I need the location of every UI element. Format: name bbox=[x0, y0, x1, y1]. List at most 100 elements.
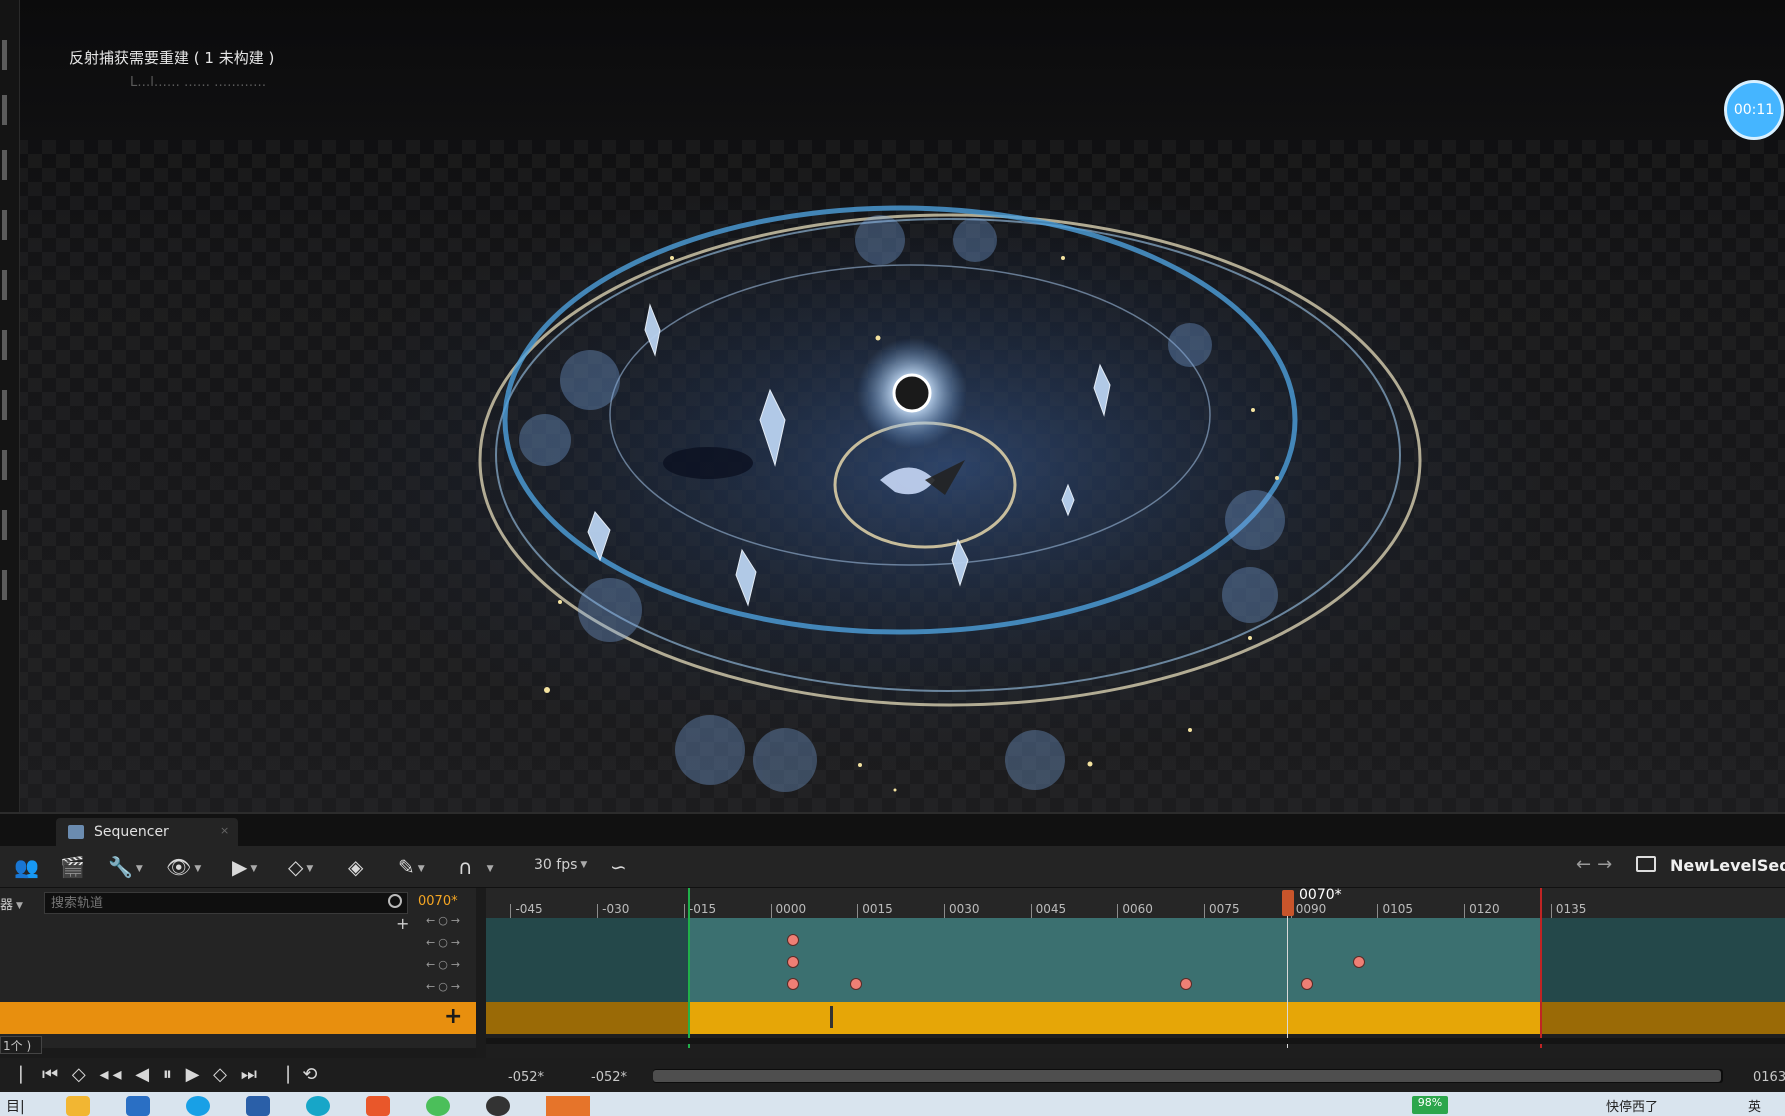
browser-icon[interactable] bbox=[186, 1096, 210, 1116]
section-handle[interactable] bbox=[830, 1006, 833, 1028]
filter-label: 器 bbox=[0, 898, 14, 913]
transport-bar: ⎸⏮ ◇ ◂◂ ◀ ⏸ ▶ ◇ ⏭ ⎹ ⟲ -052* -052* 0163 bbox=[0, 1058, 1785, 1094]
tool-handle[interactable] bbox=[2, 270, 7, 300]
keyframe[interactable] bbox=[1300, 978, 1313, 990]
search-tracks-input[interactable] bbox=[44, 892, 408, 914]
battery-indicator[interactable]: 98% bbox=[1412, 1096, 1448, 1114]
tool-handle[interactable] bbox=[2, 390, 7, 420]
fps-label: 30 fps bbox=[534, 857, 578, 873]
ime-indicator[interactable]: 英 bbox=[1748, 1096, 1761, 1115]
ruler-tick bbox=[1204, 904, 1206, 918]
reflection-capture-warning: 反射捕获需要重建 ( 1 未构建 ) bbox=[69, 49, 275, 67]
track-area-before-start bbox=[486, 918, 688, 1002]
track-panel: 器▼ 0070* + ←○→ ←○→ ←○→ ←○→ + 1个 ) bbox=[0, 888, 486, 1054]
tool-handle[interactable] bbox=[2, 510, 7, 540]
ruler-tick bbox=[597, 904, 599, 918]
mail-icon[interactable] bbox=[246, 1096, 270, 1116]
store-icon[interactable] bbox=[126, 1096, 150, 1116]
ruler-tick-label: 0075 bbox=[1209, 902, 1240, 916]
timeline-area[interactable]: -045 -030 -015 0000 0015 0030 0045 0060 0075 0090… bbox=[486, 888, 1785, 1058]
tool-handle[interactable] bbox=[2, 450, 7, 480]
tray-notification[interactable]: 快停西了 bbox=[1606, 1096, 1658, 1115]
view-range-in[interactable]: -052* bbox=[508, 1070, 544, 1085]
view-range-out[interactable]: -052* bbox=[591, 1070, 627, 1085]
tool-handle[interactable] bbox=[2, 570, 7, 600]
tab-bar: Sequencer × bbox=[0, 814, 1785, 846]
track-key-nav[interactable]: ←○→ bbox=[426, 980, 463, 993]
app-icon[interactable] bbox=[366, 1096, 390, 1116]
keyframe[interactable] bbox=[786, 978, 799, 990]
key-icon[interactable]: ◇ ▼ bbox=[288, 854, 313, 880]
folder-icon[interactable] bbox=[1636, 856, 1656, 872]
sequencer-panel: Sequencer × 👥 🎬 🔧 ▼ 👁 ▼ ▶ ▼ ◇ ▼ ◈ ✎ ▼ ∩ ▼ 30 f… bbox=[0, 812, 1785, 1094]
tool-handle[interactable] bbox=[2, 150, 7, 180]
ruler-tick-label: 0000 bbox=[775, 902, 807, 916]
playhead-handle[interactable] bbox=[1282, 890, 1294, 916]
add-actor-icon[interactable]: 👥 bbox=[14, 854, 39, 880]
tool-handle[interactable] bbox=[2, 95, 7, 125]
keyframe[interactable] bbox=[786, 956, 799, 968]
playhead-line bbox=[1287, 902, 1288, 1048]
unreal-icon[interactable] bbox=[486, 1096, 510, 1116]
section-bar-pre bbox=[486, 1002, 688, 1034]
tool-handle[interactable] bbox=[2, 210, 7, 240]
playback-end-marker[interactable] bbox=[1540, 888, 1542, 1048]
ruler-tick-label: 0045 bbox=[1035, 902, 1067, 916]
ruler-tick-label: 0015 bbox=[862, 902, 893, 916]
keyframe[interactable] bbox=[786, 934, 799, 946]
chrome-icon[interactable] bbox=[426, 1096, 450, 1116]
filter-button[interactable]: 器 ▼ bbox=[0, 894, 23, 913]
ruler-tick bbox=[943, 904, 945, 918]
sequencer-toolbar: 👥 🎬 🔧 ▼ 👁 ▼ ▶ ▼ ◇ ▼ ◈ ✎ ▼ ∩ ▼ 30 fps ▼ ∽ ←→ New… bbox=[0, 846, 1785, 888]
playhead-label: 0070* bbox=[1299, 888, 1342, 903]
fps-dropdown[interactable]: 30 fps ▼ bbox=[534, 857, 587, 873]
panel-splitter[interactable] bbox=[476, 888, 486, 1058]
recorder-icon[interactable] bbox=[546, 1096, 590, 1116]
ruler-tick bbox=[510, 904, 512, 918]
add-section-button[interactable]: + bbox=[444, 1004, 462, 1029]
selected-track-row[interactable]: + bbox=[0, 1002, 476, 1034]
keyframe[interactable] bbox=[1179, 978, 1192, 990]
track-key-nav[interactable]: ←○→ bbox=[426, 914, 463, 927]
clapper-icon[interactable]: 🎬 bbox=[60, 854, 85, 880]
explorer-icon[interactable] bbox=[66, 1096, 90, 1116]
transport-controls[interactable]: ⎸⏮ ◇ ◂◂ ◀ ⏸ ▶ ◇ ⏭ ⎹ ⟲ bbox=[20, 1064, 321, 1085]
wrench-icon[interactable]: 🔧 ▼ bbox=[108, 854, 143, 880]
eye-icon[interactable]: 👁 ▼ bbox=[166, 854, 201, 880]
ruler-tick-label: 0060 bbox=[1122, 902, 1153, 916]
timeline-scrollbar[interactable] bbox=[653, 1069, 1723, 1083]
current-frame-field[interactable]: 0070* bbox=[418, 894, 458, 909]
search-icon[interactable] bbox=[388, 894, 402, 908]
track-area-after-end bbox=[1540, 918, 1785, 1002]
view-range-end[interactable]: 0163 bbox=[1753, 1070, 1785, 1085]
ruler-tick-label: 0135 bbox=[1555, 902, 1587, 916]
track-area-playback-range[interactable] bbox=[688, 918, 1540, 1002]
ruler-tick-label: -030 bbox=[602, 902, 630, 916]
item-count-tag: 1个 ) bbox=[0, 1036, 42, 1054]
auto-key-icon[interactable]: ◈ bbox=[348, 854, 363, 880]
history-arrows[interactable]: ←→ bbox=[1576, 854, 1618, 875]
section-bar[interactable] bbox=[688, 1002, 1540, 1034]
magnet-icon[interactable]: ∩ ▼ bbox=[458, 854, 494, 880]
edge-icon[interactable] bbox=[306, 1096, 330, 1116]
level-viewport[interactable]: 反射捕获需要重建 ( 1 未构建 ) L…l…… …… ………… 00:11 bbox=[0, 0, 1785, 812]
recording-timer[interactable]: 00:11 bbox=[1724, 80, 1784, 140]
tab-label: Sequencer bbox=[94, 824, 169, 840]
tool-handle[interactable] bbox=[2, 40, 7, 70]
track-key-nav[interactable]: ←○→ bbox=[426, 958, 463, 971]
ruler-tick bbox=[857, 904, 859, 918]
track-key-nav[interactable]: ←○→ bbox=[426, 936, 463, 949]
keyframe[interactable] bbox=[1353, 956, 1365, 968]
time-ruler[interactable]: -045 -030 -015 0000 0015 0030 0045 0060 0075 0090… bbox=[486, 888, 1785, 918]
playback-start-marker[interactable] bbox=[688, 888, 690, 1048]
tab-close-icon[interactable]: × bbox=[220, 824, 229, 837]
ruler-tick bbox=[1030, 904, 1032, 918]
scrollbar-thumb[interactable] bbox=[653, 1070, 1721, 1082]
start-button[interactable]: 目| bbox=[6, 1096, 25, 1116]
add-track-button[interactable]: + bbox=[396, 914, 409, 933]
play-icon[interactable]: ▶ ▼ bbox=[232, 854, 257, 880]
curve-icon[interactable]: ∽ bbox=[610, 854, 627, 880]
pencil-icon[interactable]: ✎ ▼ bbox=[398, 854, 425, 880]
tool-handle[interactable] bbox=[2, 330, 7, 360]
tab-sequencer[interactable]: Sequencer bbox=[56, 818, 238, 846]
